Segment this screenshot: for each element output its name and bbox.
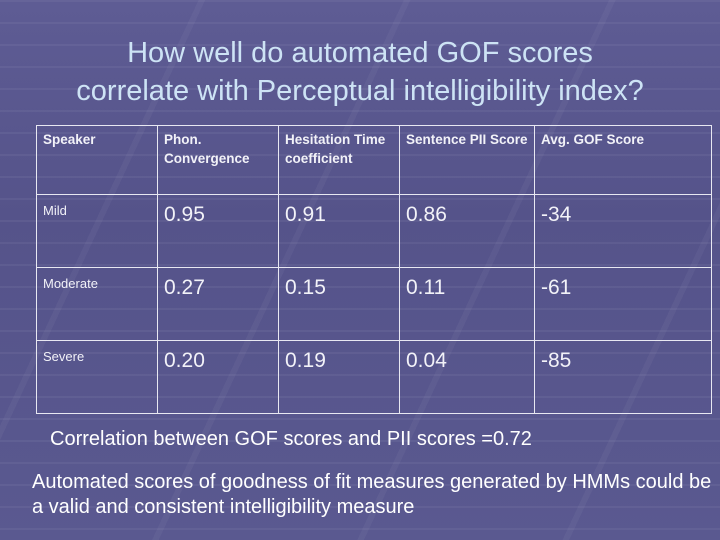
value-cell: 0.27 <box>157 267 279 341</box>
header-hesitation-time: Hesitation Time coefficient <box>278 125 400 195</box>
table-row: Severe 0.20 0.19 0.04 -85 <box>36 340 712 414</box>
header-avg-gof: Avg. GOF Score <box>534 125 712 195</box>
speaker-cell: Severe <box>36 340 158 414</box>
speaker-cell: Mild <box>36 194 158 268</box>
value-cell: 0.11 <box>399 267 535 341</box>
results-table: Speaker Phon. Convergence Hesitation Tim… <box>36 125 712 414</box>
value-cell: -61 <box>534 267 712 341</box>
speaker-cell: Moderate <box>36 267 158 341</box>
value-cell: 0.86 <box>399 194 535 268</box>
table-header-row: Speaker Phon. Convergence Hesitation Tim… <box>36 125 712 195</box>
table-row: Moderate 0.27 0.15 0.11 -61 <box>36 267 712 341</box>
value-cell: 0.15 <box>278 267 400 341</box>
value-cell: 0.20 <box>157 340 279 414</box>
correlation-text: Correlation between GOF scores and PII s… <box>50 428 532 450</box>
header-phon-convergence: Phon. Convergence <box>157 125 279 195</box>
header-sentence-pii: Sentence PII Score <box>399 125 535 195</box>
value-cell: 0.04 <box>399 340 535 414</box>
slide-title: How well do automated GOF scores correla… <box>0 34 720 110</box>
title-line-2: correlate with Perceptual intelligibilit… <box>76 75 644 107</box>
value-cell: -85 <box>534 340 712 414</box>
table-row: Mild 0.95 0.91 0.86 -34 <box>36 194 712 268</box>
conclusion-text: Automated scores of goodness of fit meas… <box>32 471 712 518</box>
value-cell: 0.19 <box>278 340 400 414</box>
value-cell: 0.91 <box>278 194 400 268</box>
header-speaker: Speaker <box>36 125 158 195</box>
value-cell: -34 <box>534 194 712 268</box>
value-cell: 0.95 <box>157 194 279 268</box>
title-line-1: How well do automated GOF scores <box>127 37 593 69</box>
